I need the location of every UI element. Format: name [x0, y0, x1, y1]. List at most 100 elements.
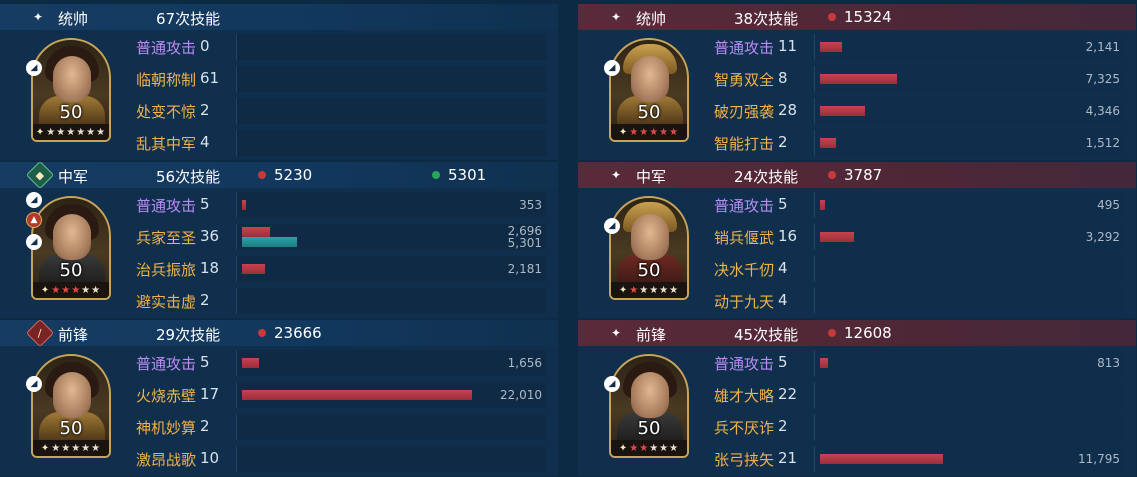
position-label: 统帅: [636, 10, 667, 28]
general-portrait[interactable]: 50 ✦ ★ ★ ★ ★ ★: [31, 196, 111, 300]
position-label: 统帅: [58, 10, 89, 28]
star-icon: ★: [649, 284, 660, 296]
damage-value: 353: [519, 198, 542, 212]
general-header: ✦ 统帅 67次技能: [0, 4, 558, 30]
skill-row[interactable]: 处变不惊 2: [130, 96, 546, 126]
skill-row[interactable]: 兵不厌诈 2: [708, 412, 1124, 442]
skill-row[interactable]: 雄才大略 22: [708, 380, 1124, 410]
position-label: 中军: [58, 168, 89, 186]
damage-dot-icon: [828, 329, 836, 337]
star-icon: ★: [639, 284, 650, 296]
skill-count: 8: [778, 69, 788, 87]
position-icon: /: [25, 318, 55, 348]
skill-row[interactable]: 治兵振旅 18 2,181: [130, 254, 546, 284]
skill-count: 2: [200, 101, 210, 119]
skill-name: 激昂战歌: [136, 451, 197, 469]
skill-row[interactable]: 普通攻击 5 813: [708, 348, 1124, 378]
skills-count: 56次技能: [156, 168, 221, 186]
skill-row[interactable]: 普通攻击 5 353: [130, 190, 546, 220]
damage-value: 11,795: [1078, 452, 1120, 466]
skill-row[interactable]: 决水千仞 4: [708, 254, 1124, 284]
damage-dot-icon: [828, 13, 836, 21]
star-icon: ★: [66, 126, 77, 138]
skill-row[interactable]: 激昂战歌 10: [130, 444, 546, 474]
skill-row[interactable]: 火烧赤壁 17 22,010: [130, 380, 546, 410]
general-header: ✦ 中军 24次技能 3787: [578, 162, 1136, 188]
skill-name: 普通攻击: [714, 197, 775, 215]
skill-name: 动于九天: [714, 293, 775, 311]
skill-name: 处变不惊: [136, 103, 197, 121]
face-art: [53, 56, 91, 102]
troop-type-icon: ◢: [26, 60, 42, 76]
skill-bar-track: [814, 192, 1124, 218]
star-icon: ★: [71, 284, 82, 296]
general-portrait[interactable]: 50 ✦ ★ ★ ★ ★ ★: [31, 354, 111, 458]
troop-type-icon: ◢: [604, 60, 620, 76]
skill-row[interactable]: 销兵偃武 16 3,292: [708, 222, 1124, 252]
skill-row[interactable]: 普通攻击 11 2,141: [708, 32, 1124, 62]
troop-type-icon: ◢: [26, 376, 42, 392]
damage-bar: [820, 358, 828, 368]
skill-row[interactable]: 普通攻击 0: [130, 32, 546, 62]
damage-value: 3,292: [1085, 230, 1120, 244]
star-icon: ★: [629, 284, 640, 296]
left-team-panel: ✦ 统帅 67次技能 50 ✦ ★ ★ ★ ★ ★ ★ ◢ 普通攻击 0 临朝称制 61 处变不惊 2 乱其中军 4 ◆…: [0, 0, 558, 477]
awaken-icon: ✦: [618, 442, 629, 454]
damage-bar: [820, 232, 854, 242]
damage-stat: 15324: [828, 8, 892, 26]
skill-row[interactable]: 乱其中军 4: [130, 128, 546, 158]
skill-row[interactable]: 兵家至圣 36 2,696 5,301: [130, 222, 546, 252]
position-icon: ✦: [610, 326, 622, 340]
skill-count: 2: [778, 417, 788, 435]
star-icon: ★: [659, 126, 670, 138]
stat-value: 3787: [844, 166, 883, 184]
position-label: 中军: [636, 168, 667, 186]
skill-count: 36: [200, 227, 220, 245]
general-body: 50 ✦ ★ ★ ★ ★ ★ ◢ 普通攻击 5 813 雄才大略 22 兵不厌诈 2 张弓挟矢 21 11,795: [578, 346, 1136, 476]
skill-bar-track: [814, 224, 1124, 250]
general-portrait[interactable]: 50 ✦ ★ ★ ★ ★ ★ ★: [31, 38, 111, 142]
general-2-card: ✦ 中军 24次技能 3787 50 ✦ ★ ★ ★ ★ ★ ◢ 普通攻击 5 495 销兵偃武 16 3,292…: [578, 162, 1136, 320]
general-level: 50: [637, 102, 661, 123]
skill-bar-track: [236, 98, 546, 124]
skill-row[interactable]: 智能打击 2 1,512: [708, 128, 1124, 158]
damage-stat: 5230: [258, 166, 312, 184]
skill-count: 21: [778, 449, 798, 467]
general-portrait[interactable]: 50 ✦ ★ ★ ★ ★ ★: [609, 38, 689, 142]
skill-bar-track: [236, 256, 546, 282]
face-art: [631, 56, 669, 102]
skill-row[interactable]: 智勇双全 8 7,325: [708, 64, 1124, 94]
sword-icon: /: [38, 326, 42, 340]
skill-row[interactable]: 破刃强袭 28 4,346: [708, 96, 1124, 126]
damage-value: 4,346: [1085, 104, 1120, 118]
star-rating: ✦ ★ ★ ★ ★ ★: [611, 124, 687, 140]
skill-name: 神机妙算: [136, 419, 197, 437]
skill-name: 兵不厌诈: [714, 419, 775, 437]
skill-row[interactable]: 避实击虚 2: [130, 286, 546, 316]
star-icon: ★: [649, 126, 660, 138]
skill-count: 10: [200, 449, 220, 467]
skill-bar-track: [814, 414, 1124, 440]
heal-dot-icon: [432, 171, 440, 179]
star-rating: ✦ ★ ★ ★ ★ ★: [33, 440, 109, 456]
skill-row[interactable]: 临朝称制 61: [130, 64, 546, 94]
skill-row[interactable]: 神机妙算 2: [130, 412, 546, 442]
damage-bar: [242, 390, 472, 400]
damage-value: 7,325: [1085, 72, 1120, 86]
star-icon: ★: [639, 442, 650, 454]
skill-name: 破刃强袭: [714, 103, 775, 121]
skill-row[interactable]: 动于九天 4: [708, 286, 1124, 316]
skill-count: 11: [778, 37, 798, 55]
skill-name: 普通攻击: [714, 39, 775, 57]
star-icon: ★: [629, 442, 640, 454]
skill-row[interactable]: 普通攻击 5 495: [708, 190, 1124, 220]
general-body: 50 ✦ ★ ★ ★ ★ ★ ◢ 普通攻击 5 1,656 火烧赤壁 17 22,010 神机妙算 2 激昂战歌…: [0, 346, 558, 476]
star-icon: ★: [51, 284, 62, 296]
skill-row[interactable]: 普通攻击 5 1,656: [130, 348, 546, 378]
star-icon: ★: [86, 126, 97, 138]
general-portrait[interactable]: 50 ✦ ★ ★ ★ ★ ★: [609, 354, 689, 458]
skill-row[interactable]: 张弓挟矢 21 11,795: [708, 444, 1124, 474]
skills-count: 45次技能: [734, 326, 799, 344]
star-icon: ★: [91, 284, 102, 296]
general-portrait[interactable]: 50 ✦ ★ ★ ★ ★ ★: [609, 196, 689, 300]
